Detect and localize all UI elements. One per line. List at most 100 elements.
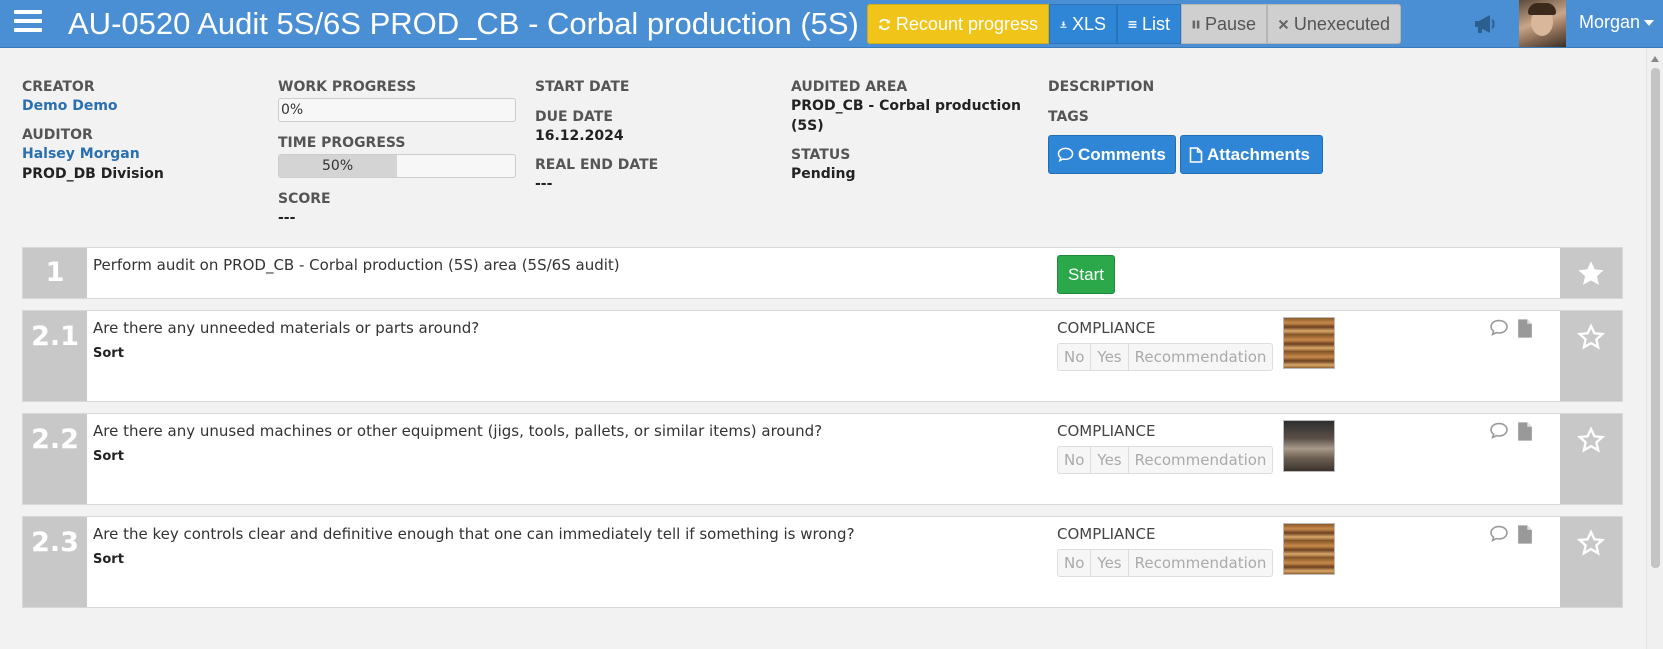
refresh-icon bbox=[879, 18, 890, 30]
work-progress-bar: 0% bbox=[278, 98, 516, 122]
file-icon[interactable] bbox=[1517, 422, 1533, 441]
task-category: Sort bbox=[93, 552, 124, 567]
comment-icon[interactable] bbox=[1489, 319, 1509, 336]
file-icon bbox=[1189, 146, 1203, 163]
compliance-recommendation-button[interactable]: Recommendation bbox=[1129, 447, 1273, 473]
file-icon[interactable] bbox=[1517, 319, 1533, 338]
auditor-label: AUDITOR bbox=[22, 127, 93, 143]
audited-area-value: PROD_CB - Corbal production (5S) bbox=[791, 98, 1021, 134]
task-row-2-3: 2.3 Are the key controls clear and defin… bbox=[22, 516, 1623, 608]
area-column: AUDITED AREA PROD_CB - Corbal production… bbox=[791, 78, 1021, 184]
page-title: AU-0520 Audit 5S/6S PROD_CB - Corbal pro… bbox=[68, 6, 868, 41]
attachments-label: Attachments bbox=[1207, 144, 1310, 164]
comment-icon[interactable] bbox=[1489, 422, 1509, 439]
description-column: DESCRIPTION TAGS bbox=[1048, 78, 1154, 126]
compliance-yes-button[interactable]: Yes bbox=[1091, 344, 1129, 370]
favorite-toggle[interactable] bbox=[1560, 248, 1622, 298]
task-row-1: 1 Perform audit on PROD_CB - Corbal prod… bbox=[22, 247, 1623, 299]
compliance-yes-button[interactable]: Yes bbox=[1091, 447, 1129, 473]
score-value: --- bbox=[278, 210, 296, 226]
hamburger-icon[interactable] bbox=[14, 10, 42, 36]
megaphone-icon[interactable] bbox=[1472, 12, 1498, 36]
auditor-link[interactable]: Halsey Morgan bbox=[22, 144, 164, 164]
download-icon bbox=[1060, 20, 1067, 28]
task-question: Are there any unused machines or other e… bbox=[93, 422, 823, 440]
dates-column: START DATE DUE DATE 16.12.2024 REAL END … bbox=[535, 78, 658, 194]
xls-export-button[interactable]: XLS bbox=[1049, 4, 1117, 44]
favorite-toggle[interactable] bbox=[1560, 311, 1622, 401]
real-end-date-value: --- bbox=[535, 176, 553, 192]
scroll-up-icon[interactable] bbox=[1651, 56, 1659, 62]
list-view-label: List bbox=[1141, 13, 1170, 34]
task-question: Are there any unneeded materials or part… bbox=[93, 319, 480, 337]
real-end-date-label: REAL END DATE bbox=[535, 157, 659, 173]
creator-column: CREATOR Demo Demo AUDITOR Halsey Morgan … bbox=[22, 78, 164, 184]
toolbar-button-group: Recount progress XLS List Pause Unexecut… bbox=[867, 4, 1401, 44]
due-date-value: 16.12.2024 bbox=[535, 128, 624, 144]
audited-area-label: AUDITED AREA bbox=[791, 79, 908, 95]
user-menu[interactable]: Morgan bbox=[1579, 12, 1655, 33]
close-icon bbox=[1278, 19, 1289, 29]
compliance-options: No Yes Recommendation bbox=[1057, 343, 1274, 371]
compliance-options: No Yes Recommendation bbox=[1057, 549, 1274, 577]
comments-button[interactable]: Comments bbox=[1048, 135, 1176, 174]
description-label: DESCRIPTION bbox=[1048, 79, 1155, 95]
task-row-2-2: 2.2 Are there any unused machines or oth… bbox=[22, 413, 1623, 505]
task-number: 2.3 bbox=[23, 517, 87, 607]
compliance-label: COMPLIANCE bbox=[1057, 319, 1156, 337]
pause-button[interactable]: Pause bbox=[1181, 4, 1267, 44]
unexecuted-button[interactable]: Unexecuted bbox=[1267, 4, 1401, 44]
compliance-options: No Yes Recommendation bbox=[1057, 446, 1274, 474]
task-actions bbox=[1489, 422, 1533, 441]
tags-label: TAGS bbox=[1048, 109, 1089, 125]
time-progress-text: 50% bbox=[322, 158, 354, 174]
compliance-no-button[interactable]: No bbox=[1058, 550, 1092, 576]
compliance-yes-button[interactable]: Yes bbox=[1091, 550, 1129, 576]
favorite-toggle[interactable] bbox=[1560, 414, 1622, 504]
compliance-no-button[interactable]: No bbox=[1058, 447, 1092, 473]
task-row-2-1: 2.1 Are there any unneeded materials or … bbox=[22, 310, 1623, 402]
start-date-label: START DATE bbox=[535, 79, 630, 95]
task-photo-thumbnail[interactable] bbox=[1283, 317, 1335, 369]
compliance-label: COMPLIANCE bbox=[1057, 525, 1156, 543]
task-question: Perform audit on PROD_CB - Corbal produc… bbox=[93, 256, 620, 274]
star-icon bbox=[1578, 261, 1604, 285]
time-progress-bar: 50% bbox=[278, 154, 516, 178]
task-category: Sort bbox=[93, 449, 124, 464]
pause-label: Pause bbox=[1204, 13, 1256, 34]
creator-link[interactable]: Demo Demo bbox=[22, 96, 164, 116]
task-photo-thumbnail[interactable] bbox=[1283, 420, 1335, 472]
creator-label: CREATOR bbox=[22, 79, 95, 95]
file-icon[interactable] bbox=[1517, 525, 1533, 544]
comment-icon[interactable] bbox=[1489, 525, 1509, 542]
scrollbar-thumb[interactable] bbox=[1651, 68, 1660, 568]
task-photo-thumbnail[interactable] bbox=[1283, 523, 1335, 575]
task-number: 2.1 bbox=[23, 311, 87, 401]
compliance-recommendation-button[interactable]: Recommendation bbox=[1129, 344, 1273, 370]
status-label: STATUS bbox=[791, 147, 851, 163]
compliance-label: COMPLIANCE bbox=[1057, 422, 1156, 440]
favorite-toggle[interactable] bbox=[1560, 517, 1622, 607]
chevron-down-icon bbox=[1644, 20, 1655, 27]
star-icon bbox=[1577, 529, 1605, 556]
time-progress-label: TIME PROGRESS bbox=[278, 135, 406, 151]
avatar[interactable] bbox=[1519, 0, 1566, 47]
star-icon bbox=[1577, 426, 1605, 453]
task-number: 1 bbox=[23, 248, 87, 298]
recount-progress-button[interactable]: Recount progress bbox=[867, 4, 1049, 44]
progress-column: WORK PROGRESS 0% TIME PROGRESS 50% SCORE… bbox=[278, 78, 516, 228]
task-actions bbox=[1489, 525, 1533, 544]
auditor-division: PROD_DB Division bbox=[22, 166, 164, 182]
comment-icon bbox=[1057, 147, 1074, 162]
list-view-button[interactable]: List bbox=[1117, 4, 1181, 44]
task-question: Are the key controls clear and definitiv… bbox=[93, 525, 855, 543]
comments-label: Comments bbox=[1078, 144, 1166, 164]
attachments-button[interactable]: Attachments bbox=[1180, 135, 1323, 174]
status-value: Pending bbox=[791, 166, 856, 182]
vertical-scrollbar[interactable] bbox=[1646, 48, 1663, 649]
top-bar: AU-0520 Audit 5S/6S PROD_CB - Corbal pro… bbox=[0, 0, 1663, 48]
start-button[interactable]: Start bbox=[1057, 255, 1115, 294]
compliance-no-button[interactable]: No bbox=[1058, 344, 1092, 370]
compliance-recommendation-button[interactable]: Recommendation bbox=[1129, 550, 1273, 576]
task-actions bbox=[1489, 319, 1533, 338]
